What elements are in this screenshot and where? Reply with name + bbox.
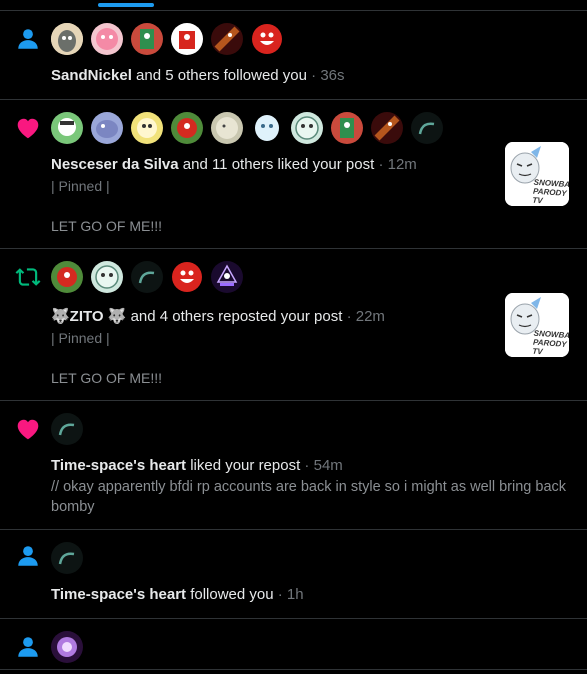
avatar[interactable] [91,23,123,55]
action-text: and 4 others reposted your post [126,308,343,325]
active-tab-indicator [98,3,154,7]
avatar[interactable] [131,23,163,55]
notification-repost[interactable]: 🐺ZITO 🐺 and 4 others reposted your post … [0,249,587,401]
avatar[interactable] [91,261,123,293]
avatar[interactable] [171,261,203,293]
avatar[interactable] [211,112,243,144]
notification-follow[interactable] [0,619,587,670]
person-icon [18,546,38,566]
repost-icon [15,268,41,286]
avatar[interactable] [51,542,83,574]
thumbnail-caption: SNOWBALL PARODY TV [532,328,569,357]
actor-name[interactable]: Time-space's heart [51,457,186,474]
pinned-label: | Pinned | [51,178,110,194]
notification-text: SandNickel and 5 others followed you · 3… [51,66,345,86]
avatar[interactable] [251,112,283,144]
avatar[interactable] [171,23,203,55]
notification-text: Time-space's heart followed you · 1h [51,585,304,605]
avatar[interactable] [291,112,323,144]
person-icon [18,637,38,657]
notification-follow[interactable]: SandNickel and 5 others followed you · 3… [0,11,587,100]
actor-name[interactable]: Nesceser da Silva [51,156,179,173]
timestamp[interactable]: · 12m [374,156,416,173]
avatar[interactable] [211,261,243,293]
post-text: LET GO OF ME!!! [51,370,162,386]
avatar[interactable] [91,112,123,144]
avatar[interactable] [51,23,83,55]
post-text: // okay apparently bfdi rp accounts are … [51,479,567,515]
avatar[interactable] [51,631,83,663]
post-thumbnail[interactable]: SNOWBALL PARODY TV [505,142,569,206]
post-thumbnail[interactable]: SNOWBALL PARODY TV [505,293,569,357]
action-text: and 5 others followed you [131,67,307,84]
avatar[interactable] [51,112,83,144]
notification-like[interactable]: Nesceser da Silva and 11 others liked yo… [0,100,587,249]
post-text: LET GO OF ME!!! [51,218,162,234]
timestamp[interactable]: · 1h [274,586,304,603]
avatar[interactable] [131,112,163,144]
avatar[interactable] [251,23,283,55]
avatar[interactable] [331,112,363,144]
notification-text: Nesceser da Silva and 11 others liked yo… [51,155,417,175]
notification-follow[interactable]: Time-space's heart followed you · 1h [0,530,587,619]
notification-text: Time-space's heart liked your repost · 5… [51,456,343,476]
thumbnail-caption: SNOWBALL PARODY TV [532,177,569,206]
actor-name[interactable]: 🐺ZITO 🐺 [51,308,126,325]
avatar[interactable] [211,23,243,55]
avatar[interactable] [51,261,83,293]
avatar[interactable] [411,112,443,144]
person-icon [18,29,38,49]
avatar[interactable] [131,261,163,293]
pinned-label: | Pinned | [51,330,110,346]
action-text: liked your repost [186,457,301,474]
actor-name[interactable]: Time-space's heart [51,586,186,603]
timestamp[interactable]: · 54m [300,457,342,474]
avatar[interactable] [171,112,203,144]
actor-name[interactable]: SandNickel [51,67,132,84]
avatar[interactable] [51,413,83,445]
timestamp[interactable]: · 36s [307,67,344,84]
heart-icon [17,118,39,139]
notification-text: 🐺ZITO 🐺 and 4 others reposted your post … [51,307,385,327]
action-text: followed you [186,586,274,603]
action-text: and 11 others liked your post [178,156,375,173]
timestamp[interactable]: · 22m [342,308,385,325]
heart-icon [17,419,39,440]
avatar[interactable] [371,112,403,144]
notification-like[interactable]: Time-space's heart liked your repost · 5… [0,401,587,530]
